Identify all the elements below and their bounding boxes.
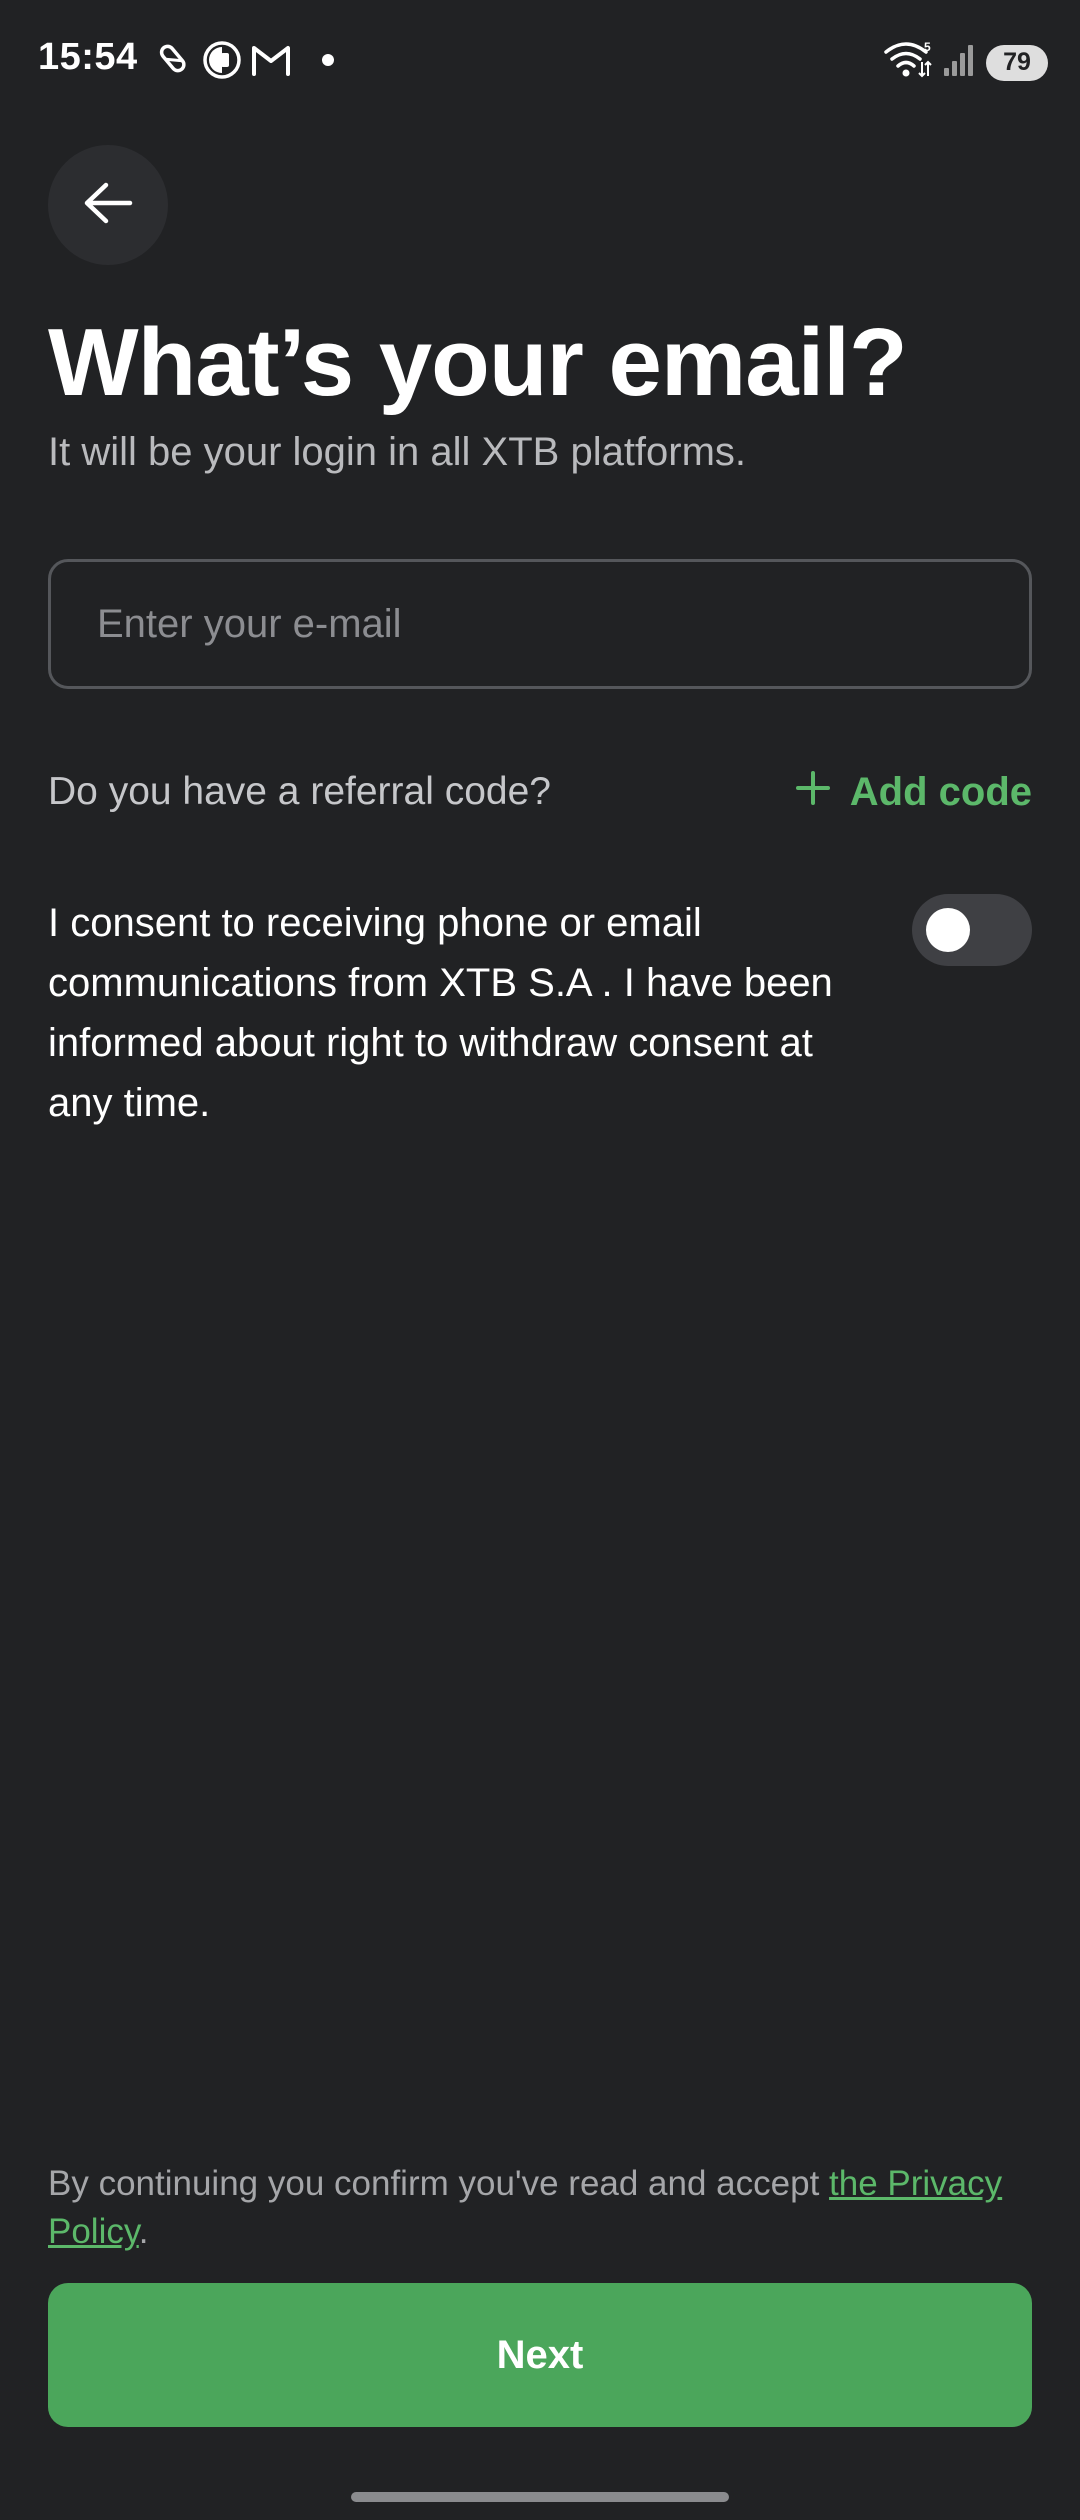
referral-question: Do you have a referral code? [48, 770, 551, 813]
privacy-notice: By continuing you confirm you've read an… [48, 2160, 1038, 2256]
gmail-icon [250, 42, 292, 78]
wifi-badge: 5 [924, 40, 931, 54]
referral-row: Do you have a referral code? Add code [48, 762, 1032, 822]
wifi-icon: 5 [884, 40, 932, 85]
pen-icon [154, 40, 194, 80]
page-title: What’s your email? [48, 309, 908, 416]
privacy-suffix: . [138, 2212, 149, 2251]
add-code-button[interactable]: Add code [795, 769, 1032, 815]
status-bar: 15:54 5 79 [0, 0, 1080, 120]
page-subtitle: It will be your login in all XTB platfor… [48, 430, 747, 474]
notification-icons [154, 40, 334, 80]
toggle-knob [926, 908, 970, 952]
vpn-icon [202, 40, 242, 80]
home-indicator[interactable] [351, 2492, 729, 2502]
plus-icon [795, 770, 830, 815]
consent-toggle[interactable] [912, 894, 1032, 966]
add-code-label: Add code [849, 769, 1032, 814]
arrow-left-icon [82, 181, 134, 230]
system-icons: 5 79 [884, 40, 1048, 85]
status-time: 15:54 [38, 36, 138, 78]
battery-icon: 79 [986, 44, 1048, 81]
signal-icon [942, 42, 976, 83]
consent-text: I consent to receiving phone or email co… [48, 901, 833, 1125]
privacy-prefix: By continuing you confirm you've read an… [48, 2164, 830, 2203]
dot-icon [322, 54, 334, 66]
back-button[interactable] [48, 145, 168, 265]
email-input[interactable] [48, 559, 1032, 689]
next-button[interactable]: Next [48, 2283, 1032, 2427]
